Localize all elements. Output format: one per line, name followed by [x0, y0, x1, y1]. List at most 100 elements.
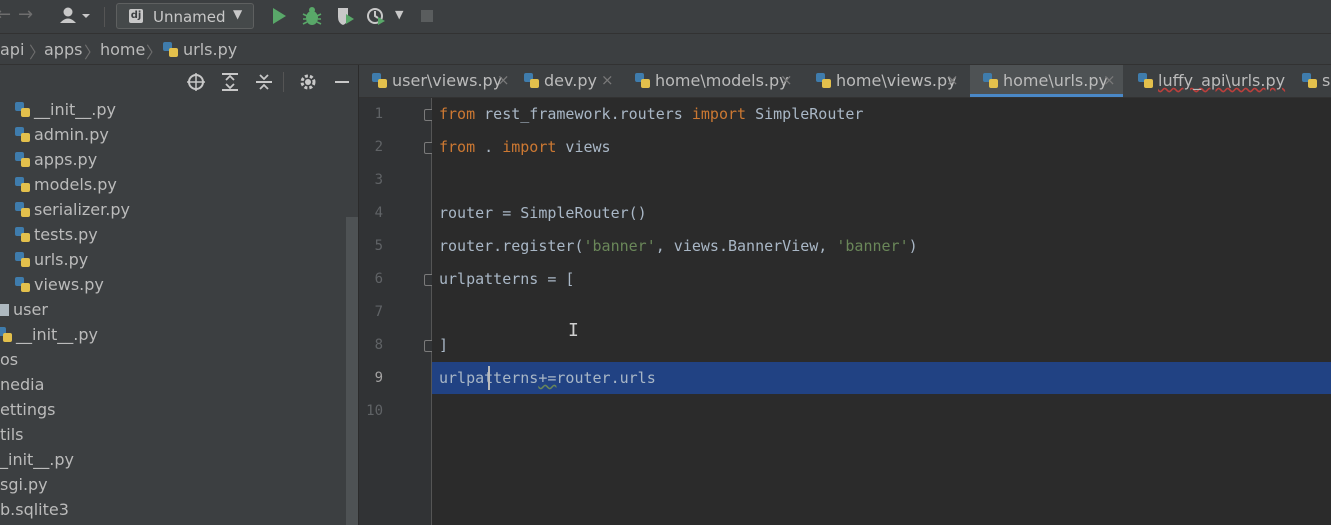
stop-icon — [421, 10, 433, 22]
line-number: 8 — [374, 337, 383, 353]
tab-label: user\views.py — [392, 71, 503, 90]
editor-tab[interactable]: luffy_api\urls.py — [1125, 65, 1287, 97]
close-tab-icon[interactable]: × — [1103, 71, 1116, 89]
back-arrow-icon[interactable]: ← — [0, 4, 11, 25]
python-file-icon — [162, 41, 179, 62]
line-number: 1 — [374, 106, 383, 122]
code-text: , views.BannerView, — [655, 237, 837, 255]
line-number: 4 — [374, 205, 383, 221]
close-tab-icon[interactable]: × — [780, 71, 793, 89]
collapse-all-button[interactable] — [254, 72, 274, 92]
run-config-selector[interactable]: dj Unnamed ▼ — [116, 3, 254, 29]
tree-item-label: urls.py — [34, 250, 89, 269]
python-file-icon — [14, 276, 31, 293]
django-icon: dj — [129, 9, 143, 23]
expand-all-button[interactable] — [220, 72, 240, 92]
vcs-user-button[interactable] — [58, 5, 94, 27]
editor-tab[interactable]: home\models.py × — [622, 65, 801, 97]
profile-button[interactable] — [365, 5, 387, 27]
tree-item[interactable]: _init__.py — [0, 450, 74, 475]
close-tab-icon[interactable]: × — [601, 71, 614, 89]
code-editor[interactable]: from rest_framework.routers import Simpl… — [432, 98, 1331, 525]
python-file-icon — [982, 72, 999, 89]
bug-icon — [302, 7, 322, 25]
editor-tab[interactable]: home\views.py × — [803, 65, 968, 97]
tree-item[interactable]: serializer.py — [14, 200, 130, 225]
string-literal: 'banner' — [836, 237, 909, 255]
line-number: 2 — [374, 139, 383, 155]
line-number-gutter[interactable]: 1 2 3 4 5 6 7 8 9 10 — [359, 98, 434, 525]
tree-item[interactable]: b.sqlite3 — [0, 500, 69, 525]
editor-tab[interactable]: s — [1289, 65, 1331, 97]
python-file-icon — [1137, 72, 1154, 89]
tree-item[interactable]: admin.py — [14, 125, 109, 150]
tree-item[interactable]: sgi.py — [0, 475, 48, 500]
settings-button[interactable] — [298, 72, 318, 92]
stop-button[interactable] — [417, 5, 439, 27]
close-tab-icon[interactable]: × — [497, 71, 510, 89]
crosshair-icon — [187, 73, 205, 91]
python-file-icon — [14, 101, 31, 118]
hide-pane-button[interactable] — [332, 72, 352, 92]
profiler-icon — [367, 8, 385, 25]
tree-item[interactable]: models.py — [14, 175, 117, 200]
breadcrumb: api 〉 apps 〉 home 〉 urls.py — [0, 33, 1331, 65]
selected-text: router.urls — [556, 369, 656, 387]
string-literal: 'banner' — [583, 237, 656, 255]
code-text: rest_framework.routers — [475, 105, 692, 123]
tree-item[interactable]: ettings — [0, 400, 55, 425]
tree-item-label: _init__.py — [0, 450, 75, 469]
debug-button[interactable] — [301, 5, 323, 27]
close-tab-icon[interactable]: × — [946, 71, 959, 89]
code-line-9: urlpatterns+=router.urls — [439, 362, 656, 395]
python-file-icon — [523, 72, 540, 89]
project-scrollbar[interactable] — [346, 217, 358, 525]
operator: += — [538, 369, 557, 387]
expand-all-icon — [222, 73, 238, 91]
mouse-ibeam-cursor-icon: I — [568, 320, 579, 341]
forward-arrow-icon[interactable]: → — [18, 4, 33, 25]
python-file-icon — [14, 176, 31, 193]
breadcrumb-item[interactable]: apps — [44, 40, 82, 59]
user-icon — [60, 7, 90, 23]
chevron-down-icon[interactable]: ▼ — [395, 8, 403, 21]
tree-item[interactable]: tests.py — [14, 225, 98, 250]
code-text: ) — [908, 237, 918, 255]
line-number: 6 — [374, 271, 383, 287]
tree-item-label: os — [0, 350, 19, 369]
minimize-icon — [335, 81, 349, 83]
run-icon — [273, 8, 286, 24]
tree-item-label: models.py — [34, 175, 117, 194]
editor-tab[interactable]: home\urls.py × — [970, 65, 1123, 97]
tree-item[interactable]: user — [0, 300, 48, 325]
code-text: router.register( — [439, 237, 584, 255]
keyword: import — [502, 138, 557, 156]
code-text: SimpleRouter — [746, 105, 864, 123]
editor-tabs: user\views.py × dev.py × home\models.py × home… — [359, 65, 1331, 98]
code-text: urlpa — [439, 369, 485, 387]
breadcrumb-item[interactable]: api — [0, 40, 24, 59]
tree-item[interactable]: urls.py — [14, 250, 88, 275]
project-tool-window: __init__.py admin.py apps.py models.py seria… — [0, 65, 358, 525]
editor-tab[interactable]: dev.py × — [511, 65, 620, 97]
line-number: 7 — [374, 304, 383, 320]
tree-item-label: apps.py — [34, 150, 98, 169]
tree-item[interactable]: os — [0, 350, 18, 375]
python-file-icon — [634, 72, 651, 89]
breadcrumb-item[interactable]: urls.py — [183, 40, 237, 59]
tab-label: home\urls.py — [1003, 71, 1108, 90]
locate-file-button[interactable] — [186, 72, 206, 92]
tree-item[interactable]: tils — [0, 425, 24, 450]
coverage-button[interactable] — [334, 5, 356, 27]
tree-item[interactable]: __init__.py — [0, 325, 98, 350]
tree-item[interactable]: apps.py — [14, 150, 97, 175]
breadcrumb-item[interactable]: home — [100, 40, 145, 59]
tree-item[interactable]: nedia — [0, 375, 44, 400]
tab-label: luffy_api\urls.py — [1158, 71, 1286, 90]
run-button[interactable] — [268, 5, 290, 27]
tree-item[interactable]: __init__.py — [14, 100, 116, 125]
tree-item[interactable]: views.py — [14, 275, 104, 300]
editor-tab[interactable]: user\views.py × — [359, 65, 510, 97]
tree-item-label: serializer.py — [34, 200, 130, 219]
tree-item-label: __init__.py — [34, 100, 117, 119]
